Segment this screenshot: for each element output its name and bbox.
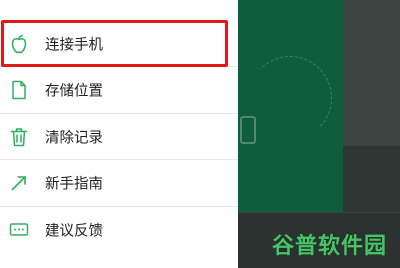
connection-arc-graphic	[248, 56, 332, 140]
menu-item-storage-location[interactable]: 存储位置	[0, 66, 238, 113]
watermark-text: 谷普软件园	[272, 234, 388, 259]
highlight-box	[1, 20, 228, 67]
menu-item-label: 建议反馈	[45, 223, 103, 239]
menu-item-label: 新手指南	[45, 176, 103, 192]
arrow-icon	[9, 172, 29, 194]
menu-item-label: 存储位置	[45, 83, 103, 99]
phone-icon	[240, 116, 256, 144]
background-divider	[238, 212, 400, 213]
menu-item-beginner-guide[interactable]: 新手指南	[0, 159, 238, 206]
file-icon	[9, 79, 29, 101]
menu-item-clear-records[interactable]: 清除记录	[0, 113, 238, 160]
trash-icon	[9, 126, 29, 148]
feedback-icon	[9, 219, 29, 241]
menu-item-label: 清除记录	[45, 130, 103, 146]
menu-item-feedback[interactable]: 建议反馈	[0, 206, 238, 253]
